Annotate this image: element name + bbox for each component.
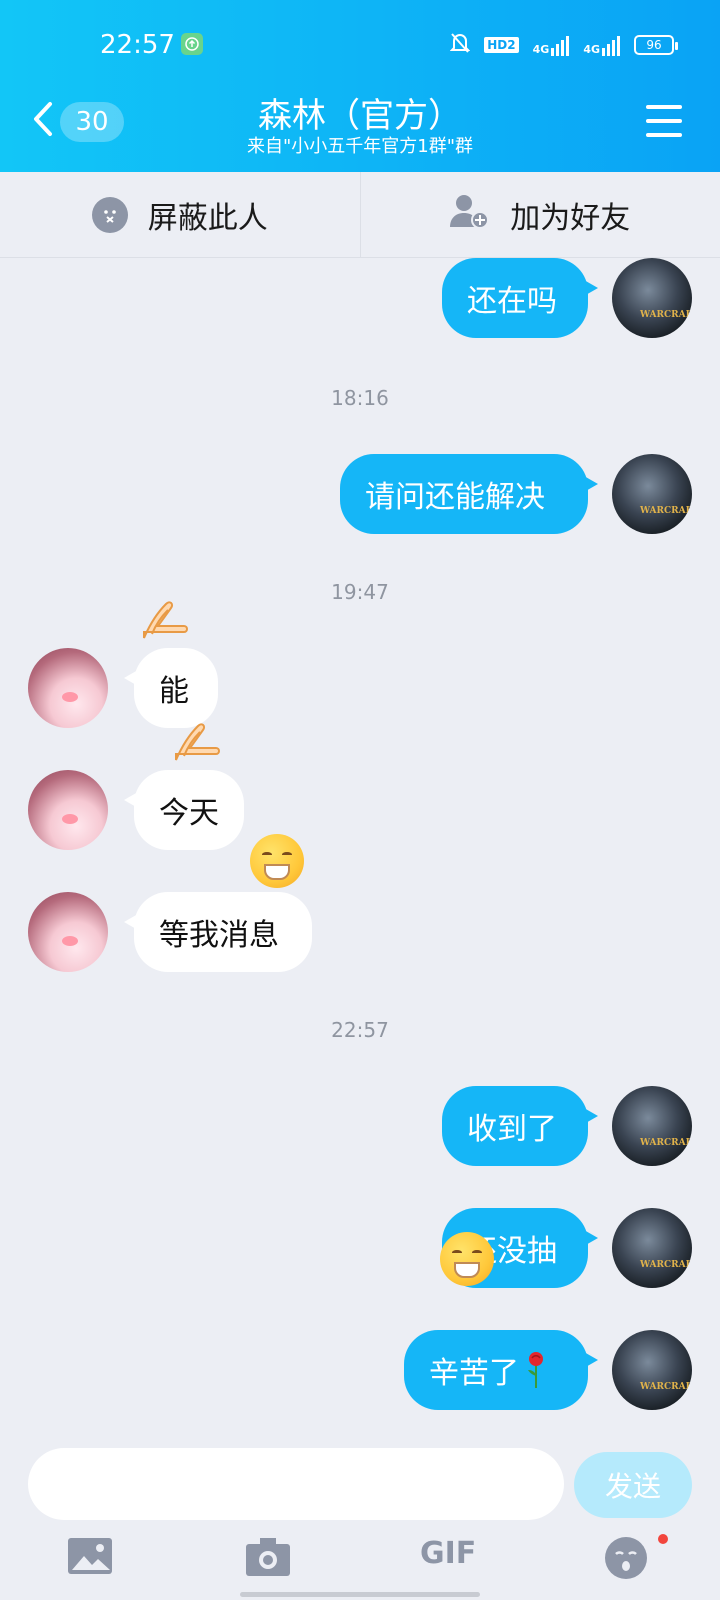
chat-header: 22:57 HD2 4G 4G 96 30 森林（官方） 来自"小小五千年官方1…: [0, 0, 720, 172]
signal-icon: 4G: [533, 34, 570, 56]
battery-level: 96: [646, 38, 662, 52]
network-type-1: 4G: [532, 43, 550, 56]
my-avatar[interactable]: WARCRAFT: [612, 454, 692, 534]
chat-subtitle: 来自"小小五千年官方1群"群: [246, 136, 473, 157]
send-button[interactable]: 发送: [574, 1452, 692, 1518]
image-icon[interactable]: [66, 1536, 114, 1584]
composer-toolbar: GIF: [0, 1536, 720, 1586]
message-text: 还在吗: [467, 284, 557, 319]
clasped-hands-emoji-icon: [143, 601, 188, 639]
home-indicator: [240, 1592, 480, 1597]
message-bubble[interactable]: 今天: [124, 770, 244, 850]
block-user-button[interactable]: 屏蔽此人: [0, 172, 360, 257]
message-bubble[interactable]: 还在吗: [442, 258, 598, 338]
camera-icon[interactable]: [244, 1536, 292, 1584]
add-user-icon: [450, 193, 490, 237]
status-bar: 22:57 HD2 4G 4G 96: [0, 28, 720, 64]
add-friend-button[interactable]: 加为好友: [359, 172, 720, 257]
network-type-2: 4G: [583, 43, 600, 56]
upload-icon: [181, 33, 203, 55]
my-avatar[interactable]: WARCRAFT: [612, 1086, 692, 1166]
status-time: 22:57: [100, 30, 175, 60]
message-text: 辛苦了: [429, 1356, 519, 1391]
contact-avatar[interactable]: [28, 892, 108, 972]
message-timestamp: 18:16: [331, 386, 389, 410]
gif-icon[interactable]: GIF: [420, 1536, 476, 1584]
stranger-action-bar: 屏蔽此人 加为好友: [0, 172, 720, 258]
message-input[interactable]: [28, 1448, 564, 1520]
message-text: 能: [159, 674, 189, 709]
message-timestamp: 22:57: [331, 1018, 389, 1042]
menu-button[interactable]: [646, 105, 682, 137]
emoji-face-icon[interactable]: [604, 1536, 652, 1584]
message-text: 请问还能解决: [365, 480, 545, 515]
message-text: 今天: [159, 796, 219, 831]
block-user-label: 屏蔽此人: [147, 200, 268, 236]
my-avatar[interactable]: WARCRAFT: [612, 1208, 692, 1288]
chat-title: 森林（官方）: [258, 96, 462, 136]
mute-bell-icon: [449, 32, 471, 58]
rose-emoji-icon: [528, 1352, 543, 1388]
my-avatar[interactable]: WARCRAFT: [612, 1330, 692, 1410]
smile-tea-emoji-icon: [440, 1232, 494, 1286]
message-bubble[interactable]: 辛苦了: [404, 1330, 598, 1410]
message-bubble[interactable]: 等我消息: [124, 892, 312, 972]
hd-voice-badge: HD2: [484, 37, 519, 53]
contact-avatar[interactable]: [28, 648, 108, 728]
signal-icon-2: 4G: [583, 34, 620, 56]
message-timestamp: 19:47: [331, 580, 389, 604]
notification-dot: [658, 1534, 668, 1544]
message-text: 等我消息: [159, 918, 279, 953]
clasped-hands-emoji-icon: [175, 723, 220, 761]
contact-avatar[interactable]: [28, 770, 108, 850]
block-face-icon: [91, 196, 128, 233]
smile-tea-emoji-icon: [250, 834, 304, 888]
battery-icon: 96: [634, 35, 678, 55]
my-avatar[interactable]: WARCRAFT: [612, 258, 692, 338]
message-text: 收到了: [467, 1112, 557, 1147]
message-bubble[interactable]: 收到了: [442, 1086, 598, 1166]
status-right: HD2 4G 4G 96: [449, 32, 678, 58]
add-friend-label: 加为好友: [510, 200, 631, 236]
message-bubble[interactable]: 请问还能解决: [340, 454, 598, 534]
